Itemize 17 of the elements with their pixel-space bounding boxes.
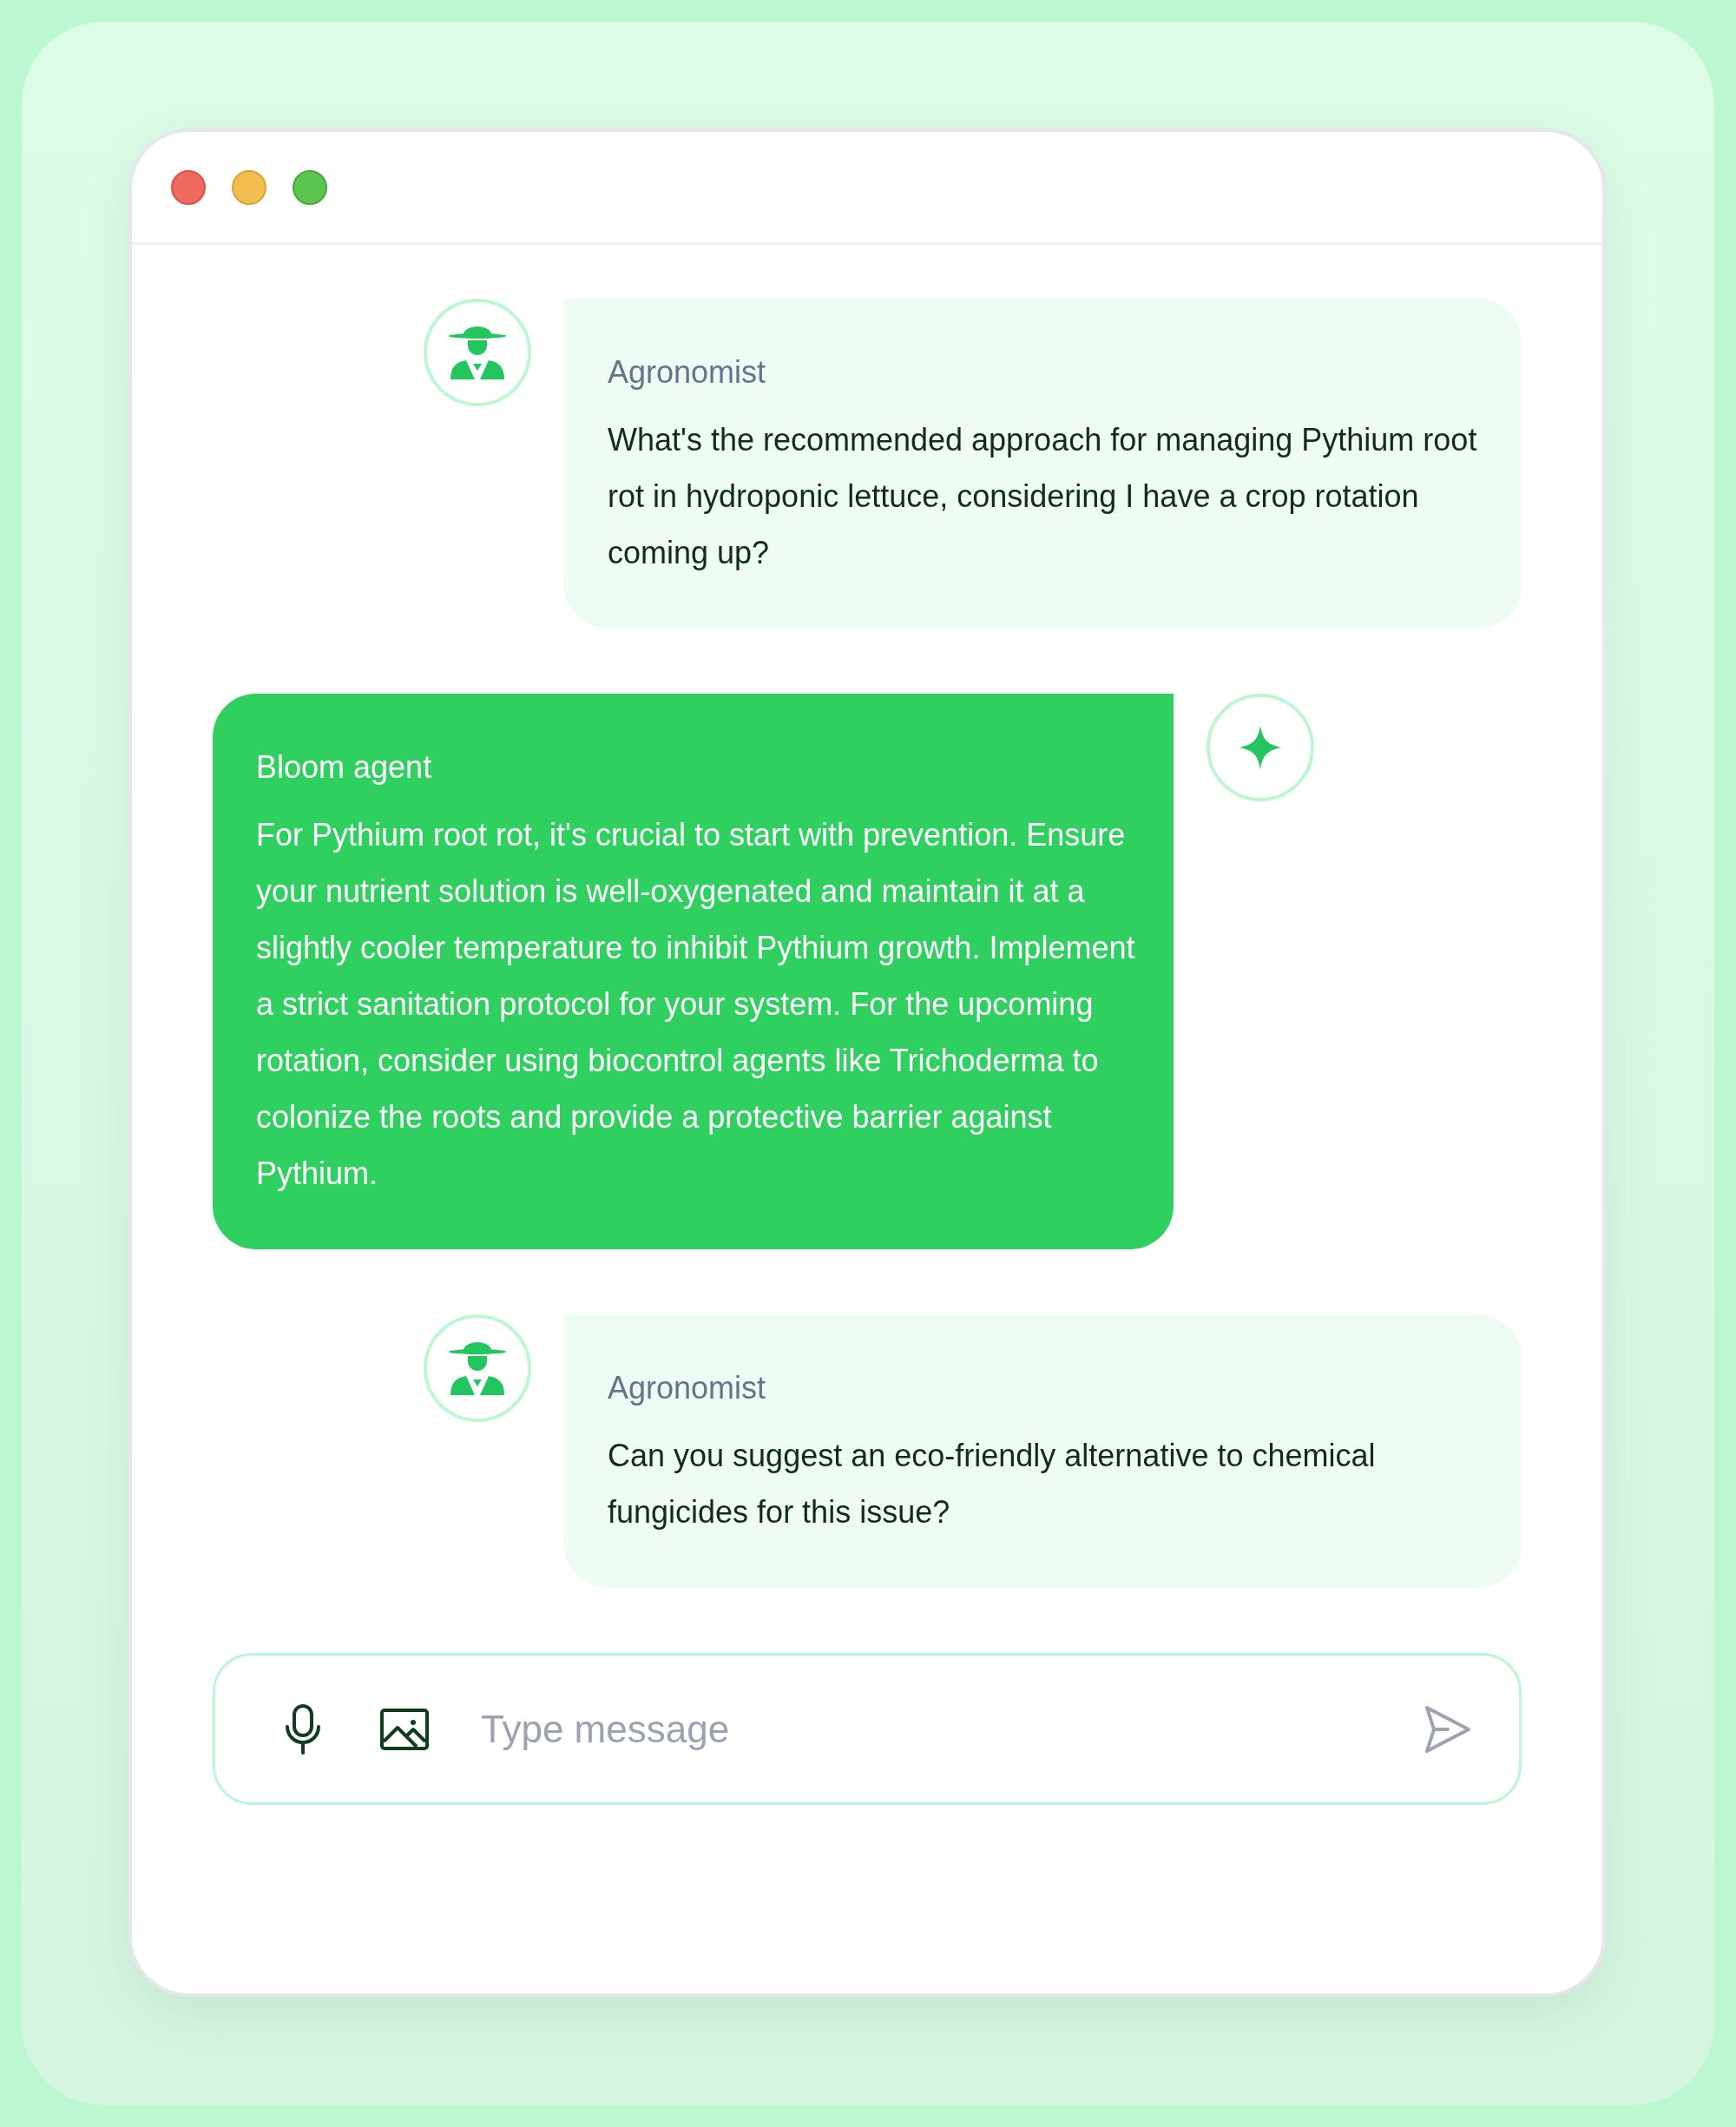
maximize-button[interactable]: [293, 169, 327, 205]
minimize-button[interactable]: [232, 169, 266, 205]
message-text: For Pythium root rot, it's crucial to start with prevention. Ensure your nutrient solution is well-oxygenated and maintain it at a slightly cooler temperature to inhibit Pythium growth. Implement a strict sanitation protocol for your system. For the upcoming rotation, consider using biocontrol agents like Trichoderma to colonize the roots and provide a protective barrier against Pythium.: [256, 816, 1136, 1193]
message-text: Can you suggest an eco-friendly alternative to chemical fungicides for this issue?: [608, 1437, 1377, 1531]
message-text: What's the recommended approach for managing Pythium root rot in hydroponic lettuce, considering I have a crop rotation coming up?: [608, 421, 1478, 572]
message-composer[interactable]: Type message: [213, 1653, 1522, 1805]
image-icon[interactable]: [380, 1708, 429, 1750]
send-icon[interactable]: [1424, 1704, 1471, 1754]
farmer-icon: [449, 326, 506, 379]
message-input[interactable]: Type message: [481, 1700, 1424, 1758]
microphone-icon[interactable]: [285, 1703, 321, 1755]
sender-name: Bloom agent: [256, 748, 433, 787]
close-button[interactable]: [171, 169, 206, 205]
sender-name: Agronomist: [608, 1369, 767, 1407]
sparkle-icon: [1240, 726, 1281, 769]
sender-name: Agronomist: [608, 353, 767, 392]
farmer-icon: [449, 1341, 506, 1395]
